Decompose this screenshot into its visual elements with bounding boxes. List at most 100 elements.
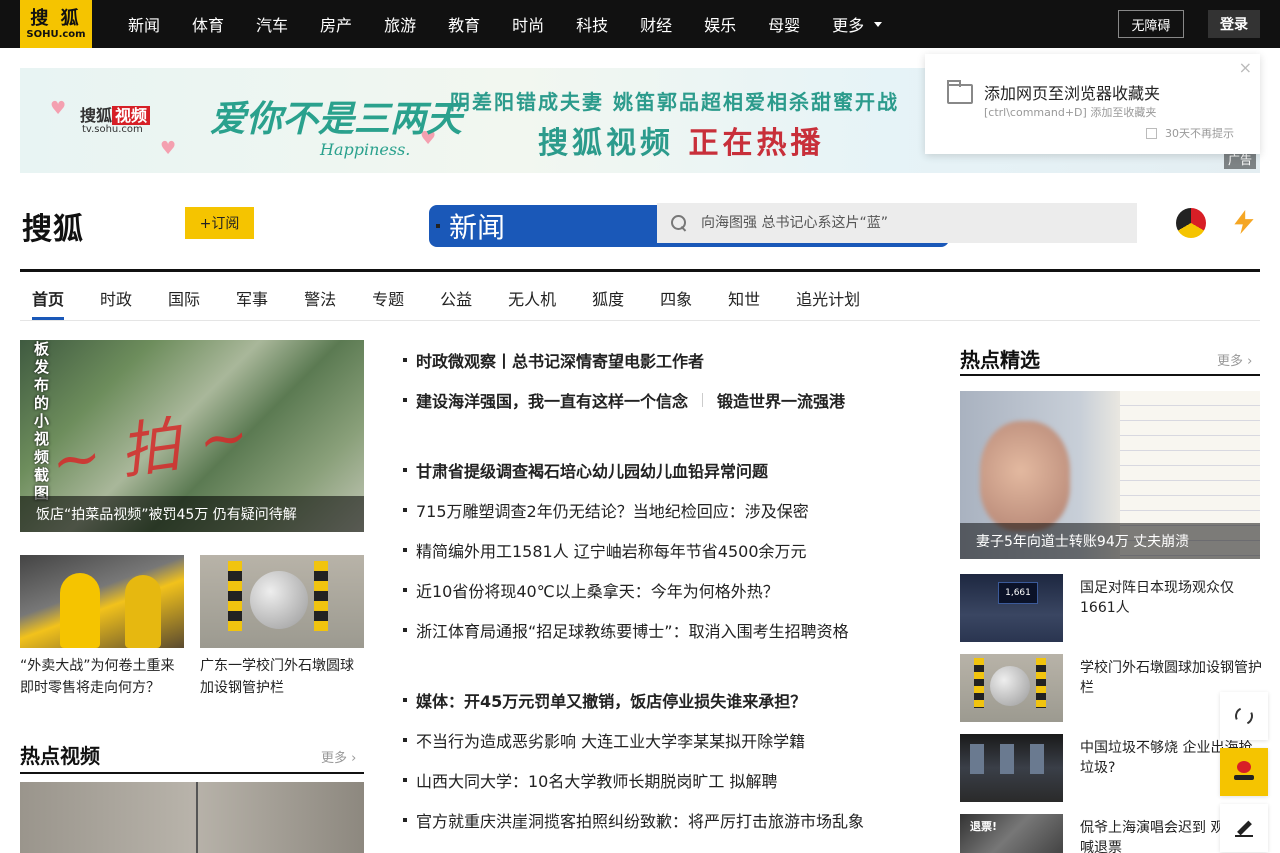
tab-drone[interactable]: 无人机: [508, 286, 556, 320]
hot-pick-thumbnail[interactable]: 退票!: [960, 814, 1063, 853]
top-nav-education[interactable]: 教育: [448, 12, 480, 36]
news-link[interactable]: 甘肃省提级调查褐石培心幼儿园幼儿血铅异常问题: [416, 458, 768, 482]
tab-international[interactable]: 国际: [168, 286, 200, 320]
top-nav-sports[interactable]: 体育: [192, 12, 224, 36]
photo-vertical-text: 板发布的小视频截图: [34, 340, 50, 502]
top-nav-house[interactable]: 房产: [320, 12, 352, 36]
logo-text: 搜 狐: [30, 7, 82, 29]
news-link[interactable]: 不当行为造成恶劣影响 大连工业大学李某某拟开除学籍: [416, 728, 805, 752]
news-link[interactable]: 时政微观察丨总书记深情寄望电影工作者: [416, 348, 704, 372]
thumbnail-overlay-text: 退票!: [970, 820, 998, 833]
top-nav-finance[interactable]: 财经: [640, 12, 672, 36]
news-link[interactable]: 官方就重庆洪崖洞揽客拍照纠纷致歉：将严厉打击旅游市场乱象: [416, 808, 864, 832]
news-item[interactable]: 时政微观察丨总书记深情寄望电影工作者: [403, 348, 923, 372]
edit-icon: [1235, 819, 1253, 837]
guard-post: [228, 561, 242, 631]
hot-pick-link[interactable]: 国足对阵日本现场观众仅1661人: [1080, 578, 1262, 618]
headline-photo-caption[interactable]: 饭店“拍菜品视频”被罚45万 仍有疑问待解: [20, 496, 364, 532]
sohu-app-button[interactable]: [1220, 748, 1268, 796]
sohu-news-logo[interactable]: 搜狐 新闻: [22, 204, 949, 248]
hot-pick-thumbnail[interactable]: [960, 654, 1063, 722]
thumbnail-delivery[interactable]: [20, 555, 184, 648]
top-navigation-bar: 搜 狐 SOHU.com 新闻 体育 汽车 房产 旅游 教育 时尚 科技 财经 …: [0, 0, 1280, 48]
headline-photo[interactable]: ~ 拍 ~ 板发布的小视频截图 饭店“拍菜品视频”被罚45万 仍有疑问待解: [20, 340, 364, 532]
top-nav-news[interactable]: 新闻: [128, 12, 160, 36]
thumbnail-stone-ball[interactable]: [200, 555, 364, 648]
news-item[interactable]: 建设海洋强国，我一直有这样一个信念 锻造世界一流强港: [403, 388, 923, 412]
banner-subheadline-a: 搜狐视频: [538, 126, 674, 161]
news-item[interactable]: 甘肃省提级调查褐石培心幼儿园幼儿血铅异常问题: [403, 458, 923, 482]
banner-brand-a: 搜狐: [80, 106, 113, 125]
login-button[interactable]: 登录: [1208, 10, 1260, 38]
news-item[interactable]: 浙江体育局通报“招足球教练要博士”：取消入围考生招聘资格: [403, 618, 923, 642]
news-link[interactable]: 建设海洋强国，我一直有这样一个信念: [416, 388, 688, 412]
subscribe-button[interactable]: +订阅: [185, 207, 254, 239]
top-nav-baby[interactable]: 母婴: [768, 12, 800, 36]
news-link[interactable]: 715万雕塑调查2年仍无结论？当地纪检回应：涉及保密: [416, 498, 809, 522]
search-icon[interactable]: [671, 215, 687, 231]
top-nav-tech[interactable]: 科技: [576, 12, 608, 36]
tab-charity[interactable]: 公益: [440, 286, 472, 320]
news-item[interactable]: 山西大同大学：10名大学教师长期脱岗旷工 拟解聘: [403, 768, 923, 792]
stone-ball: [250, 571, 308, 629]
sohu-news-logo-a: 搜狐: [22, 212, 84, 247]
tab-home[interactable]: 首页: [32, 286, 65, 320]
top-nav-fashion[interactable]: 时尚: [512, 12, 544, 36]
fox-app-icon[interactable]: [1176, 208, 1206, 238]
accessibility-button[interactable]: 无障碍: [1118, 10, 1184, 38]
window-pane: [970, 744, 984, 774]
refresh-button[interactable]: [1220, 692, 1268, 740]
hot-picks-more-link[interactable]: 更多 ›: [1217, 350, 1252, 369]
courier-figure: [60, 573, 100, 648]
tab-military[interactable]: 军事: [236, 286, 268, 320]
search-box[interactable]: [657, 203, 1137, 243]
news-link[interactable]: 近10省份将现40℃以上桑拿天：今年为何格外热？: [416, 578, 779, 602]
lightning-app-icon[interactable]: [1228, 208, 1260, 238]
tab-hudu[interactable]: 狐度: [592, 286, 624, 320]
top-nav-travel[interactable]: 旅游: [384, 12, 416, 36]
thumbnail-caption[interactable]: “外卖大战”为何卷土重来 即时零售将走向何方？: [20, 655, 184, 699]
chevron-down-icon: [874, 21, 883, 27]
checkbox-box[interactable]: [1146, 127, 1157, 139]
hot-picks-photo[interactable]: 妻子5年向道士转账94万 丈夫崩溃: [960, 391, 1260, 559]
tab-special[interactable]: 专题: [372, 286, 404, 320]
top-nav-more[interactable]: 更多: [832, 12, 883, 36]
hot-pick-thumbnail[interactable]: [960, 734, 1063, 802]
sohu-logo[interactable]: 搜 狐 SOHU.com: [20, 0, 92, 48]
divider: [702, 393, 704, 407]
tab-politics[interactable]: 时政: [100, 286, 132, 320]
news-item[interactable]: 不当行为造成恶劣影响 大连工业大学李某某拟开除学籍: [403, 728, 923, 752]
feedback-button[interactable]: [1220, 804, 1268, 852]
news-link[interactable]: 媒体：开45万元罚单又撤销，饭店停业损失谁来承担？: [416, 688, 806, 712]
tab-zhishi[interactable]: 知世: [728, 286, 760, 320]
bookmark-shortcut-hint: [ctrl\command+D] 添加至收藏夹: [984, 106, 1157, 119]
stone-ball: [990, 666, 1030, 706]
close-icon[interactable]: ×: [1239, 58, 1252, 77]
logo-domain: SOHU.com: [26, 28, 86, 40]
tab-police-law[interactable]: 警法: [304, 286, 336, 320]
news-item[interactable]: 官方就重庆洪崖洞揽客拍照纠纷致歉：将严厉打击旅游市场乱象: [403, 808, 923, 832]
thumbnail-caption[interactable]: 广东一学校门外石墩圆球加设钢管护栏: [200, 655, 364, 699]
guard-post: [974, 658, 984, 708]
section-divider: [960, 374, 1260, 376]
news-item[interactable]: 715万雕塑调查2年仍无结论？当地纪检回应：涉及保密: [403, 498, 923, 522]
tab-sixiang[interactable]: 四象: [660, 286, 692, 320]
hot-pick-thumbnail[interactable]: 1,661: [960, 574, 1063, 642]
hot-picks-photo-caption[interactable]: 妻子5年向道士转账94万 丈夫崩溃: [960, 523, 1260, 559]
dont-remind-label: 30天不再提示: [1165, 127, 1234, 140]
guard-post: [314, 561, 328, 631]
hot-video-thumbnail[interactable]: [20, 782, 364, 853]
news-item[interactable]: 媒体：开45万元罚单又撤销，饭店停业损失谁来承担？: [403, 688, 923, 712]
news-link[interactable]: 山西大同大学：10名大学教师长期脱岗旷工 拟解聘: [416, 768, 777, 792]
top-nav-entertainment[interactable]: 娱乐: [704, 12, 736, 36]
hot-video-more-link[interactable]: 更多 ›: [321, 747, 356, 766]
search-input[interactable]: [701, 215, 1121, 231]
news-link[interactable]: 浙江体育局通报“招足球教练要博士”：取消入围考生招聘资格: [416, 618, 849, 642]
news-item[interactable]: 精简编外用工1581人 辽宁岫岩称每年节省4500余万元: [403, 538, 923, 562]
news-link[interactable]: 精简编外用工1581人 辽宁岫岩称每年节省4500余万元: [416, 538, 807, 562]
news-item[interactable]: 近10省份将现40℃以上桑拿天：今年为何格外热？: [403, 578, 923, 602]
news-link[interactable]: 锻造世界一流强港: [717, 388, 845, 412]
top-nav-auto[interactable]: 汽车: [256, 12, 288, 36]
tab-zhuiguang[interactable]: 追光计划: [796, 286, 860, 320]
dont-remind-checkbox[interactable]: 30天不再提示: [1146, 125, 1234, 141]
